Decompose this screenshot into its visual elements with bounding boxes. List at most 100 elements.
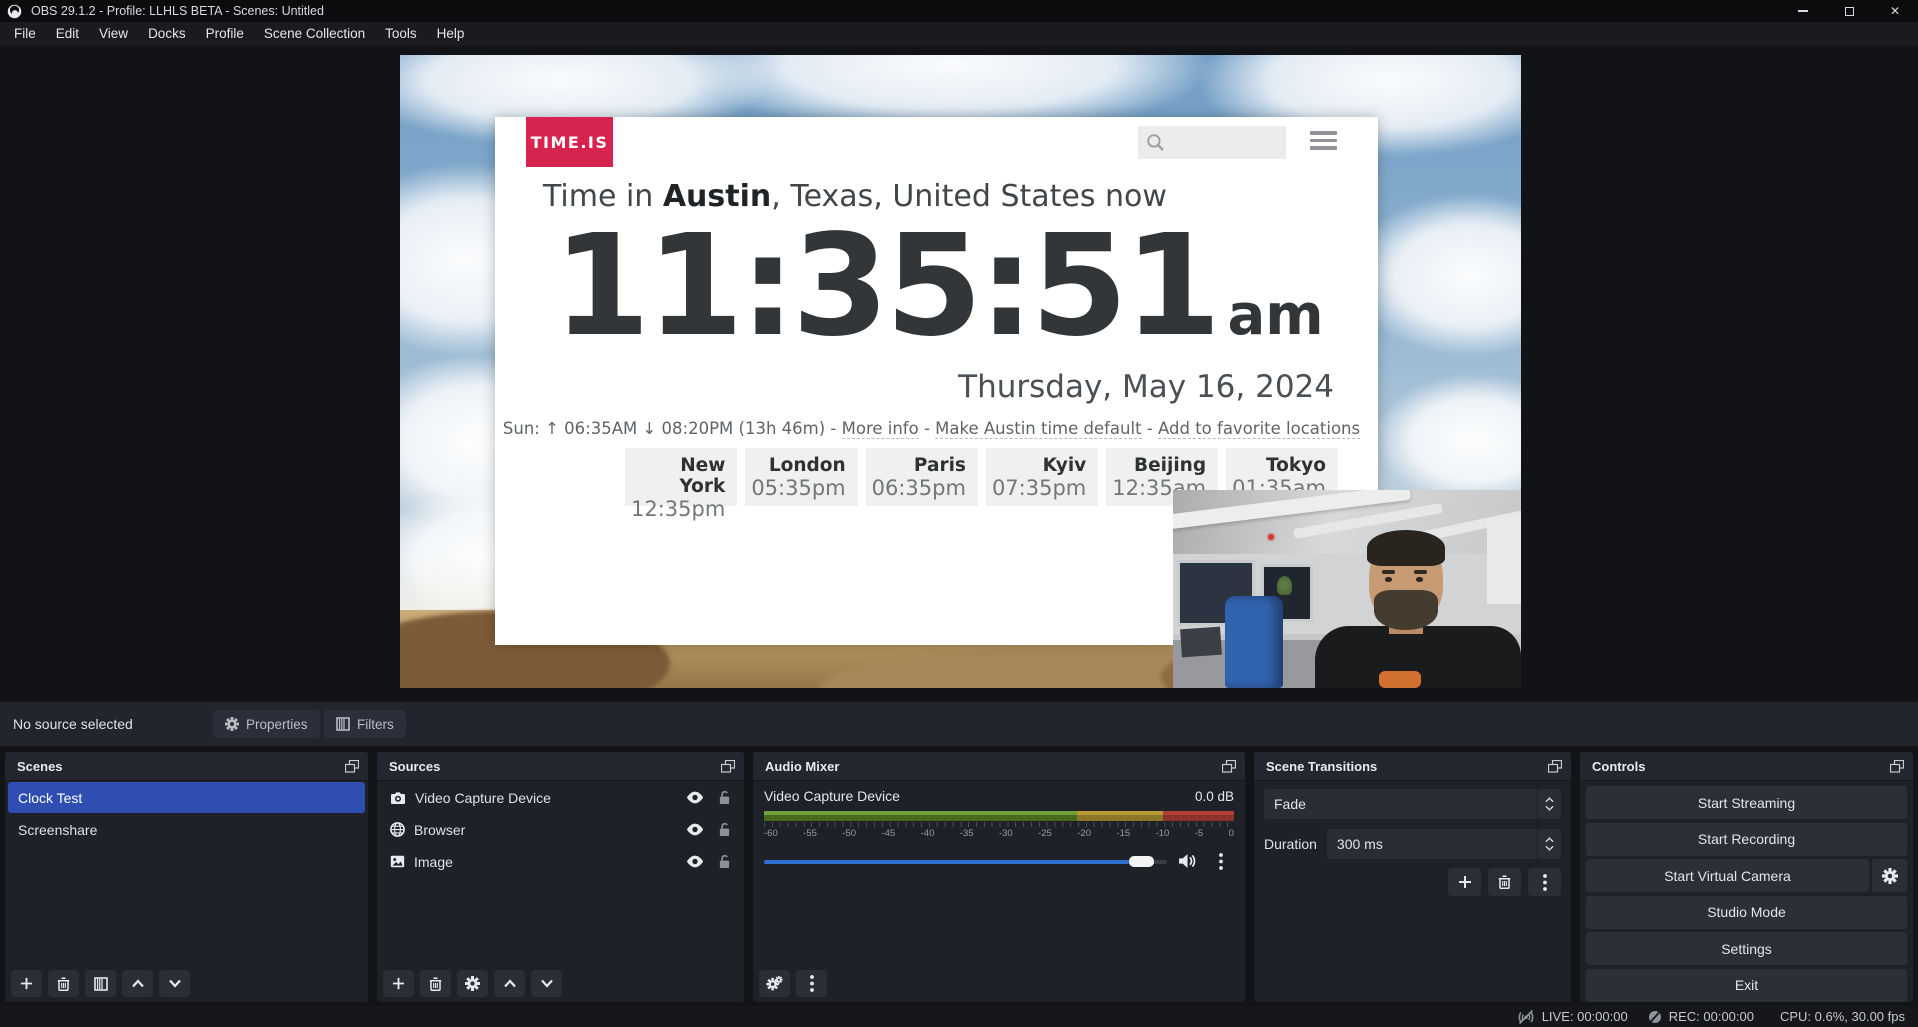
controls-header: Controls	[1580, 752, 1913, 781]
remove-transition-button[interactable]	[1488, 868, 1521, 896]
scene-video-preview[interactable]: TIME.IS Time in Austin, Texas, United St…	[400, 55, 1521, 688]
hamburger-menu-icon	[1310, 131, 1337, 150]
meter-red-segment	[1163, 811, 1234, 821]
settings-button[interactable]: Settings	[1586, 932, 1907, 965]
scenes-panel-header: Scenes	[5, 752, 368, 781]
start-streaming-button[interactable]: Start Streaming	[1586, 786, 1907, 819]
plus-icon	[1458, 875, 1472, 889]
maximize-button[interactable]	[1826, 0, 1872, 22]
scene-item-clock-test[interactable]: Clock Test	[8, 782, 365, 813]
lock-icon[interactable]	[718, 790, 731, 805]
virtual-camera-settings-button[interactable]	[1872, 859, 1907, 892]
minimize-icon	[1798, 10, 1808, 12]
meter-tick-marks	[764, 822, 1234, 827]
source-item-image[interactable]: Image	[380, 846, 741, 877]
studio-mode-button[interactable]: Studio Mode	[1586, 896, 1907, 929]
add-favorite-link: Add to favorite locations	[1158, 419, 1360, 439]
transition-options-kebab[interactable]	[1528, 868, 1561, 896]
scenes-panel: Scenes Clock Test Screenshare	[5, 752, 368, 1002]
chevron-down-icon	[168, 979, 182, 988]
volume-slider[interactable]	[764, 853, 1167, 869]
kebab-icon	[1219, 853, 1223, 870]
visibility-eye-icon[interactable]	[686, 855, 704, 868]
minimize-button[interactable]	[1780, 0, 1826, 22]
close-button[interactable]: ✕	[1872, 0, 1918, 22]
orange-object	[1379, 671, 1421, 688]
move-source-up-button[interactable]	[494, 970, 525, 997]
preview-canvas[interactable]: TIME.IS Time in Austin, Texas, United St…	[0, 46, 1918, 701]
audio-mixer-panel: Audio Mixer Video Capture Device 0.0 dB …	[753, 752, 1245, 1002]
menu-view[interactable]: View	[89, 22, 138, 46]
channel-options-kebab[interactable]	[1208, 848, 1234, 874]
titlebar: OBS 29.1.2 - Profile: LLHLS BETA - Scene…	[0, 0, 1918, 22]
exit-button[interactable]: Exit	[1586, 969, 1907, 1002]
menu-help[interactable]: Help	[427, 22, 475, 46]
cloud	[1375, 375, 1521, 505]
menu-file[interactable]: File	[4, 22, 46, 46]
plus-icon	[392, 977, 405, 990]
search-input	[1138, 126, 1286, 159]
transition-select[interactable]: Fade	[1264, 789, 1561, 819]
move-source-down-button[interactable]	[531, 970, 562, 997]
scene-item-screenshare[interactable]: Screenshare	[8, 814, 365, 845]
menu-profile[interactable]: Profile	[196, 22, 254, 46]
person-eyebrow	[1382, 570, 1395, 574]
menu-edit[interactable]: Edit	[46, 22, 89, 46]
menubar: File Edit View Docks Profile Scene Colle…	[0, 22, 1918, 46]
chevron-up-icon	[503, 979, 517, 988]
menu-docks[interactable]: Docks	[138, 22, 196, 46]
window-title: OBS 29.1.2 - Profile: LLHLS BETA - Scene…	[31, 4, 324, 18]
lock-icon[interactable]	[718, 822, 731, 837]
speaker-icon[interactable]	[1178, 853, 1197, 869]
filters-button[interactable]: Filters	[324, 710, 406, 738]
mixer-options-kebab[interactable]	[796, 970, 827, 997]
add-scene-button[interactable]	[11, 970, 42, 997]
menu-tools[interactable]: Tools	[375, 22, 427, 46]
no-source-status: No source selected	[13, 716, 133, 732]
move-scene-down-button[interactable]	[159, 970, 190, 997]
source-properties-button[interactable]	[457, 970, 488, 997]
duration-spinbox[interactable]: 300 ms	[1327, 829, 1561, 859]
globe-icon	[390, 822, 405, 837]
move-scene-up-button[interactable]	[122, 970, 153, 997]
trash-icon	[1498, 875, 1511, 889]
menu-scene-collection[interactable]: Scene Collection	[254, 22, 375, 46]
plant	[1277, 576, 1292, 595]
advanced-audio-button[interactable]	[759, 970, 790, 997]
kebab-icon	[1543, 874, 1547, 891]
city-card: Paris06:35pm	[866, 448, 978, 506]
source-context-toolbar: No source selected Properties Filters	[0, 702, 1918, 746]
start-virtual-camera-button[interactable]: Start Virtual Camera	[1586, 859, 1869, 892]
add-transition-button[interactable]	[1448, 868, 1481, 896]
remove-source-button[interactable]	[420, 970, 451, 997]
visibility-eye-icon[interactable]	[686, 791, 704, 804]
webcam-overlay	[1173, 490, 1521, 688]
scene-filters-button[interactable]	[85, 970, 116, 997]
person-beard	[1374, 590, 1438, 630]
chevron-down-icon	[1545, 805, 1554, 811]
visibility-eye-icon[interactable]	[686, 823, 704, 836]
gear-icon	[465, 976, 480, 991]
controls-panel: Controls Start Streaming Start Recording…	[1580, 752, 1913, 1002]
scenes-list: Clock Test Screenshare	[5, 782, 368, 845]
transition-select-arrows[interactable]	[1537, 789, 1561, 819]
add-source-button[interactable]	[383, 970, 414, 997]
person-hair	[1367, 530, 1445, 566]
slider-handle[interactable]	[1129, 856, 1154, 867]
start-recording-button[interactable]: Start Recording	[1586, 823, 1907, 856]
properties-button[interactable]: Properties	[213, 710, 320, 738]
source-item-video-capture[interactable]: Video Capture Device	[380, 782, 741, 813]
kebab-icon	[810, 975, 814, 992]
source-item-browser[interactable]: Browser	[380, 814, 741, 845]
lock-icon[interactable]	[718, 854, 731, 869]
city-card: London05:35pm	[745, 448, 857, 506]
person-eye	[1416, 577, 1423, 582]
live-signal-icon	[1517, 1009, 1535, 1025]
make-default-link: Make Austin time default	[935, 419, 1141, 439]
sources-panel-header: Sources	[377, 752, 744, 781]
live-time: LIVE: 00:00:00	[1542, 1009, 1628, 1024]
clock-meridiem: am	[1227, 283, 1323, 348]
remove-scene-button[interactable]	[48, 970, 79, 997]
monitor	[1180, 627, 1222, 658]
duration-spin-arrows[interactable]	[1537, 829, 1561, 859]
